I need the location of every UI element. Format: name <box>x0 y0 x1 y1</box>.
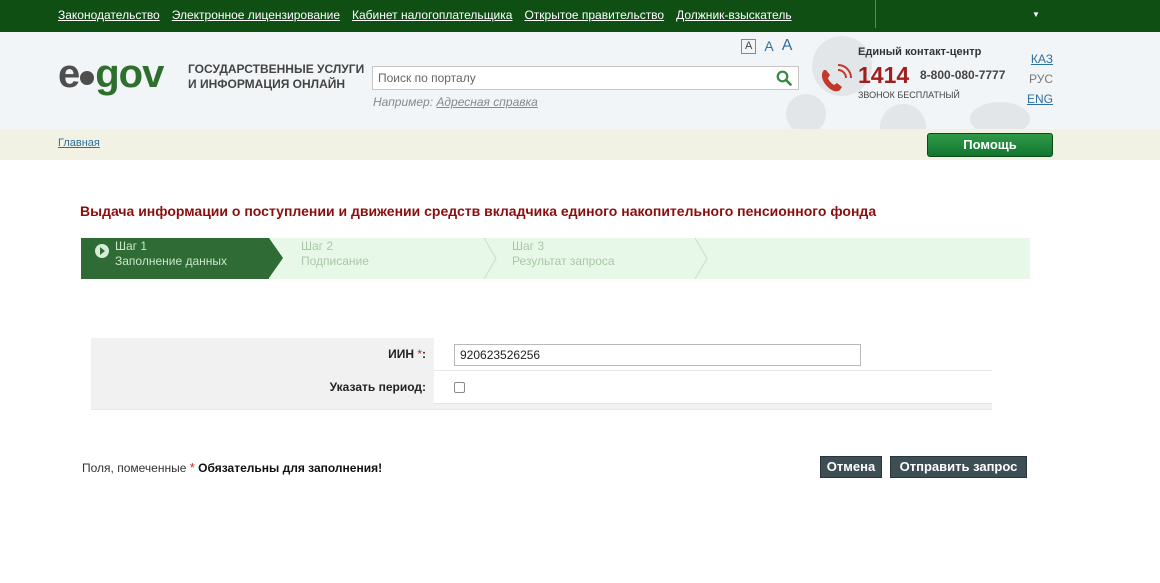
top-link-open-government[interactable]: Открытое правительство <box>524 8 664 22</box>
wizard-steps: Шаг 1 Заполнение данных Шаг 2 Подписание… <box>81 238 1030 279</box>
decorative-circle <box>786 94 826 129</box>
font-size-medium[interactable]: A <box>764 39 773 54</box>
period-checkbox[interactable] <box>454 382 465 393</box>
iin-label: ИИН *: <box>91 338 434 371</box>
top-divider <box>875 0 876 28</box>
search-box <box>372 66 799 90</box>
font-size-switcher: A A A <box>741 38 792 54</box>
note-bold: Обязательны для заполнения! <box>198 461 383 475</box>
font-size-large[interactable]: A <box>782 38 793 54</box>
top-link-legislation[interactable]: Законодательство <box>58 8 160 22</box>
note-required-mark: * <box>189 460 195 475</box>
step-separator-icon <box>483 238 497 279</box>
contact-center-title: Единый контакт-центр <box>858 46 982 58</box>
help-button[interactable]: Помощь <box>927 133 1053 157</box>
font-size-small[interactable]: A <box>741 39 757 54</box>
phone-icon <box>821 64 852 92</box>
decorative-circle <box>970 102 1030 129</box>
step-3-number: Шаг 3 <box>512 239 545 253</box>
form-row-period: Указать период: <box>91 371 992 404</box>
submit-request-button[interactable]: Отправить запрос <box>890 456 1027 478</box>
cancel-button[interactable]: Отмена <box>820 456 882 478</box>
site-tagline: ГОСУДАРСТВЕННЫЕ УСЛУГИ И ИНФОРМАЦИЯ ОНЛА… <box>188 62 364 92</box>
top-navigation-bar: Законодательство Электронное лицензирова… <box>0 0 1160 32</box>
step-1-name: Заполнение данных <box>115 254 228 268</box>
step-1-arrow <box>269 238 283 278</box>
breadcrumb-bar: Главная Помощь <box>0 129 1160 160</box>
request-form: ИИН *: Указать период: <box>91 338 992 410</box>
period-label: Указать период: <box>91 371 434 404</box>
tagline-line2: И ИНФОРМАЦИЯ ОНЛАЙН <box>188 77 346 91</box>
search-icon[interactable] <box>776 70 792 86</box>
top-link-debtor-collector[interactable]: Должник-взыскатель <box>676 8 791 22</box>
search-input[interactable] <box>373 67 768 89</box>
top-links: Законодательство Электронное лицензирова… <box>58 8 792 22</box>
site-header: e gov ГОСУДАРСТВЕННЫЕ УСЛУГИ И ИНФОРМАЦИЯ… <box>0 32 1160 129</box>
example-prefix: Например: <box>373 95 434 109</box>
contact-long-number: 8-800-080-7777 <box>920 68 1006 82</box>
tagline-line1: ГОСУДАРСТВЕННЫЕ УСЛУГИ <box>188 62 365 76</box>
top-link-taxpayer-cabinet[interactable]: Кабинет налогоплательщика <box>352 8 512 22</box>
iin-input[interactable] <box>454 344 861 366</box>
breadcrumb-home[interactable]: Главная <box>58 137 100 149</box>
search-example: Например: Адресная справка <box>373 95 538 109</box>
free-call-label: ЗВОНОК БЕСПЛАТНЫЙ <box>858 90 960 100</box>
language-switcher: КАЗ РУС ENG <box>1026 52 1053 106</box>
step-2-name: Подписание <box>301 254 369 268</box>
lang-eng[interactable]: ENG <box>1027 92 1053 106</box>
page-title: Выдача информации о поступлении и движен… <box>80 203 877 219</box>
egov-logo[interactable]: e gov <box>58 52 164 96</box>
top-link-e-licensing[interactable]: Электронное лицензирование <box>172 8 340 22</box>
form-row-iin: ИИН *: <box>91 338 992 371</box>
logo-gov: gov <box>95 52 164 96</box>
required-fields-note: Поля, помеченные * Обязательны для запол… <box>82 460 382 475</box>
step-2-number: Шаг 2 <box>301 239 334 253</box>
step-1-number: Шаг 1 <box>115 239 148 253</box>
example-link[interactable]: Адресная справка <box>436 95 537 109</box>
step-3-name: Результат запроса <box>512 254 615 268</box>
decorative-circle <box>880 104 926 129</box>
lang-rus: РУС <box>1028 72 1053 86</box>
caret-down-icon[interactable]: ▼ <box>1032 10 1040 19</box>
lang-kaz[interactable]: КАЗ <box>1031 52 1053 66</box>
step-separator-icon <box>694 238 708 279</box>
iin-label-text: ИИН <box>388 347 414 361</box>
logo-dot-icon <box>80 71 95 85</box>
form-bottom-divider <box>91 404 992 410</box>
logo-e: e <box>58 52 80 96</box>
iin-label-colon: : <box>422 347 426 361</box>
note-prefix: Поля, помеченные <box>82 461 187 475</box>
step-current-icon <box>95 244 109 258</box>
contact-short-number: 1414 <box>858 62 910 88</box>
